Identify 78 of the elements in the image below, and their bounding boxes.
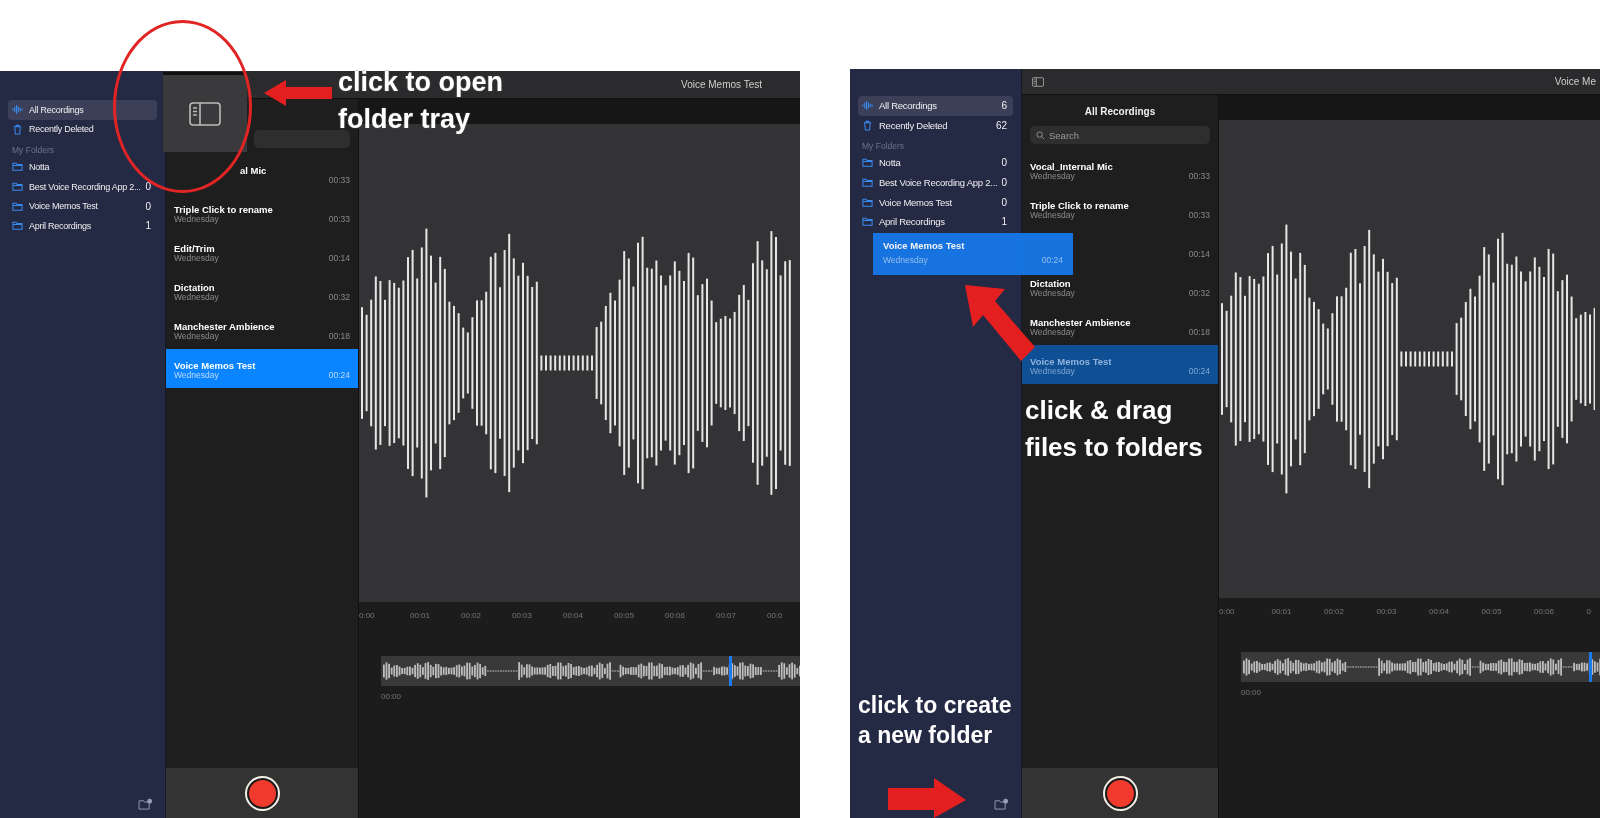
sidebar-item[interactable]: Voice Memos Test 0	[8, 196, 157, 216]
folder-icon	[862, 157, 873, 169]
folder-icon	[12, 220, 23, 232]
record-button[interactable]	[1104, 777, 1136, 809]
sidebar-icon	[189, 101, 221, 126]
time-label: 00:00	[1241, 688, 1263, 697]
recording-item[interactable]: Voice Memos Test Wednesday 00:24	[166, 349, 358, 388]
callout-text: click & drag files to folders	[1025, 394, 1203, 464]
search-icon	[1036, 130, 1045, 140]
time-tick: 00:0	[766, 610, 784, 620]
sidebar-item[interactable]: Best Voice Recording App 2... 0	[8, 176, 157, 197]
record-button[interactable]	[246, 777, 278, 809]
time-label: 00:00	[381, 692, 403, 701]
time-tick: 00:04	[562, 610, 585, 620]
waveform-icon	[12, 104, 23, 116]
trash-icon	[862, 119, 873, 131]
sidebar-item[interactable]: Recently Deleted	[8, 119, 157, 140]
sidebar-item[interactable]: Recently Deleted 62	[858, 115, 1013, 136]
sidebar-item[interactable]: April Recordings 1	[858, 211, 1013, 232]
search-field[interactable]: Search	[1030, 126, 1210, 144]
time-tick: 00:07	[715, 610, 738, 620]
sidebar-item[interactable]: Notta 0	[858, 153, 1013, 173]
recording-item[interactable]: al Mic 00:33	[166, 154, 358, 193]
arrow-icon	[888, 778, 966, 818]
folder-icon	[12, 161, 23, 173]
recording-item[interactable]: 00:14	[1074, 228, 1218, 267]
sidebar-item[interactable]: Notta	[8, 157, 157, 177]
folder-icon	[862, 177, 873, 189]
overview-track[interactable]	[381, 656, 800, 686]
callout-text: click to create a new folder	[858, 691, 1012, 750]
time-tick: 00:02	[460, 610, 483, 620]
sidebar-item[interactable]: Best Voice Recording App 2... 0	[858, 172, 1013, 193]
sidebar-item[interactable]: All Recordings	[8, 100, 157, 120]
sidebar-item[interactable]: All Recordings 6	[858, 96, 1013, 116]
time-tick: 00:01	[409, 610, 432, 620]
time-tick: 00:05	[613, 610, 636, 620]
arrow-icon	[264, 80, 332, 106]
playhead[interactable]	[1589, 652, 1593, 682]
sidebar-item[interactable]: Voice Memos Test 0	[858, 192, 1013, 212]
section-header: My Folders	[11, 144, 56, 158]
folder-icon	[862, 216, 873, 228]
time-tick: 00:05	[1480, 606, 1503, 616]
time-tick: 00:06	[664, 610, 687, 620]
time-tick: 00:06	[1533, 606, 1556, 616]
window-title: Voice Me	[1554, 76, 1596, 87]
recording-item[interactable]: Triple Click to rename Wednesday 00:33	[1022, 189, 1218, 228]
waveform-icon	[862, 100, 873, 112]
overview-track[interactable]	[1241, 652, 1600, 682]
sidebar-icon[interactable]	[1032, 76, 1044, 87]
recording-item[interactable]: Edit/Trim Wednesday 00:14	[166, 232, 358, 271]
time-tick: 00:04	[1428, 606, 1451, 616]
time-tick: 0:00	[1219, 606, 1236, 616]
time-tick: 00:01	[1270, 606, 1293, 616]
callout-text: click to open folder tray	[338, 66, 504, 136]
recording-item[interactable]: Triple Click to rename Wednesday 00:33	[166, 193, 358, 232]
trash-icon	[12, 123, 23, 135]
folder-icon	[12, 181, 23, 193]
search-input[interactable]: Search	[1049, 129, 1149, 141]
recording-item[interactable]: Manchester Ambience Wednesday 00:18	[166, 310, 358, 349]
sidebar-item[interactable]: April Recordings 1	[8, 215, 157, 236]
time-tick: 0:00	[359, 610, 376, 620]
time-tick: 00:02	[1323, 606, 1346, 616]
list-title: All Recordings	[1083, 106, 1157, 117]
time-tick: 00:03	[1375, 606, 1398, 616]
folder-icon	[862, 196, 873, 208]
recording-item[interactable]: Manchester Ambience Wednesday 00:18	[1022, 306, 1218, 345]
new-folder-icon[interactable]	[138, 798, 153, 810]
recording-item[interactable]: Vocal_Internal Mic Wednesday 00:33	[1022, 150, 1218, 189]
drag-preview[interactable]: Voice Memos Test Wednesday 00:24	[873, 233, 1073, 275]
playhead[interactable]	[728, 656, 732, 686]
recording-item[interactable]: Dictation Wednesday 00:32	[166, 271, 358, 310]
recording-item[interactable]: Voice Memos Test Wednesday 00:24	[1022, 345, 1218, 384]
folder-icon	[12, 200, 23, 212]
new-folder-icon[interactable]	[994, 798, 1009, 810]
window-title: Voice Memos Test	[681, 79, 762, 90]
section-header: My Folders	[861, 140, 906, 154]
time-tick: 00:03	[511, 610, 534, 620]
time-tick: 0	[1585, 606, 1592, 616]
